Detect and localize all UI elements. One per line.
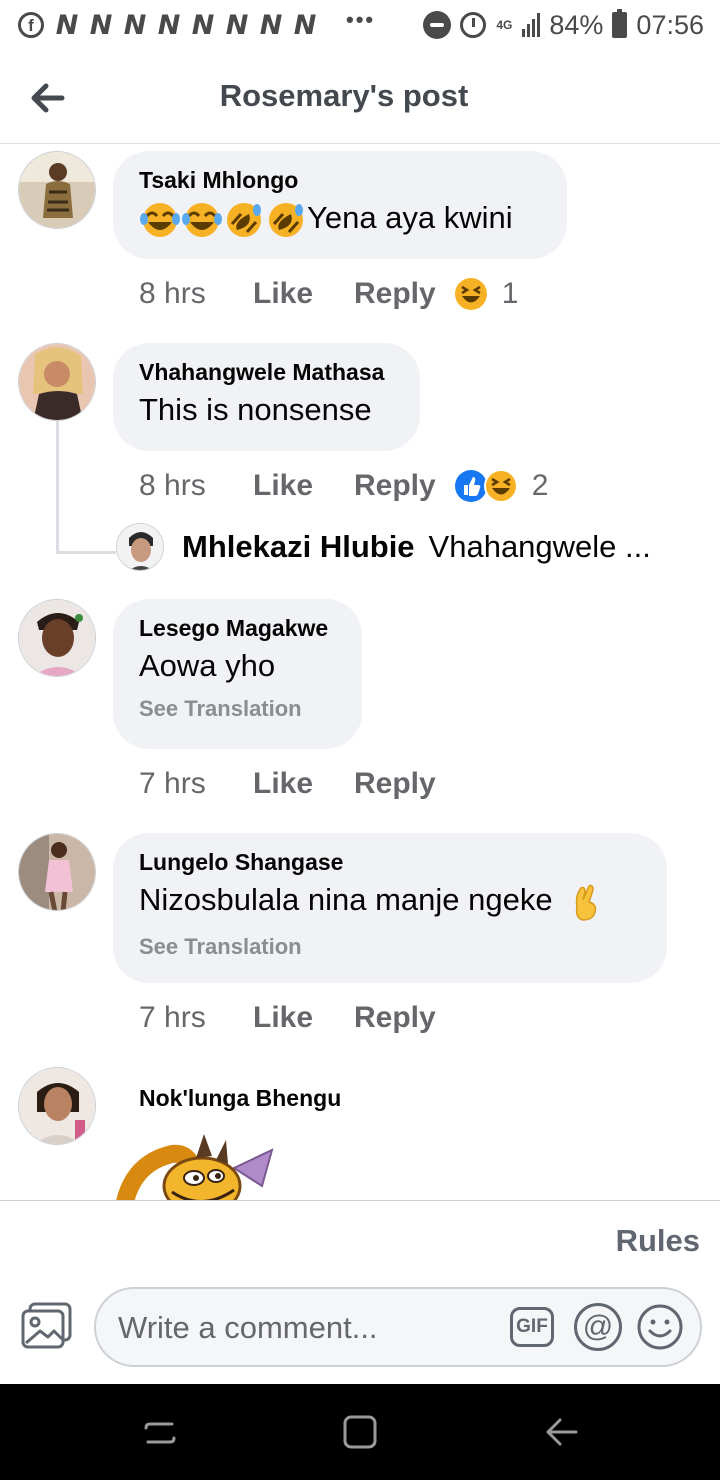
reply-button[interactable]: Reply bbox=[354, 277, 436, 311]
emoji-button[interactable] bbox=[636, 1303, 684, 1351]
mention-button[interactable]: @ bbox=[574, 1303, 622, 1351]
rules-link[interactable]: Rules bbox=[616, 1223, 700, 1259]
reply-avatar[interactable] bbox=[116, 523, 164, 571]
back-nav-icon bbox=[546, 1418, 578, 1446]
avatar[interactable] bbox=[18, 343, 96, 421]
back-nav-button[interactable] bbox=[542, 1412, 582, 1452]
avatar[interactable] bbox=[18, 1067, 96, 1145]
face-with-tears-of-joy-icon bbox=[140, 202, 180, 237]
reply-preview[interactable]: Mhlekazi Hlubie Vhahangwele ... bbox=[116, 523, 651, 571]
notification-n-icon: N bbox=[293, 9, 317, 41]
haha-reaction-icon bbox=[454, 278, 487, 310]
page-title: Rosemary's post bbox=[219, 78, 469, 113]
comment-time[interactable]: 8 hrs bbox=[139, 469, 253, 503]
recent-apps-button[interactable] bbox=[140, 1412, 180, 1452]
avatar[interactable] bbox=[18, 151, 96, 229]
home-icon bbox=[343, 1415, 377, 1449]
notification-n-icon: N bbox=[225, 9, 249, 41]
notification-n-icon: N bbox=[259, 9, 283, 41]
comment-composer[interactable]: GIF @ bbox=[94, 1287, 702, 1367]
like-button[interactable]: Like bbox=[253, 277, 354, 311]
like-reaction-icon bbox=[454, 470, 487, 502]
comment-list: Tsaki Mhlongo Yena aya kwini 8 hrs Like … bbox=[0, 145, 720, 1200]
comment-bubble[interactable]: Lungelo Shangase Nizosbulala nina manje … bbox=[113, 833, 667, 983]
notification-n-icon: N bbox=[123, 9, 147, 41]
comment-author[interactable]: Lungelo Shangase bbox=[139, 849, 641, 876]
network-type: 4G bbox=[496, 17, 513, 32]
reaction-count: 1 bbox=[501, 277, 519, 310]
notification-n-icon: N bbox=[191, 9, 215, 41]
notification-n-icon: N bbox=[157, 9, 181, 41]
like-button[interactable]: Like bbox=[253, 469, 354, 503]
avatar[interactable] bbox=[18, 599, 96, 677]
comment-author[interactable]: Vhahangwele Mathasa bbox=[139, 359, 394, 386]
haha-reaction-icon bbox=[483, 469, 518, 503]
reactions[interactable]: 1 bbox=[454, 277, 519, 311]
photo-icon bbox=[21, 1302, 72, 1349]
battery-icon bbox=[612, 9, 628, 38]
comment-text: This is nonsense bbox=[139, 392, 372, 427]
avatar[interactable] bbox=[18, 833, 96, 911]
reply-button[interactable]: Reply bbox=[354, 1001, 436, 1035]
comment-bubble[interactable]: Tsaki Mhlongo Yena aya kwini bbox=[113, 151, 567, 259]
status-bar: f N N N N N N N N ••• 4G 84% 07:56 bbox=[0, 0, 720, 50]
comment-actions: 8 hrs Like Reply 2 bbox=[139, 469, 548, 503]
comment-text-body: Yena aya kwini bbox=[307, 200, 513, 235]
dragon-sticker[interactable] bbox=[112, 1126, 282, 1200]
gif-button[interactable]: GIF bbox=[510, 1307, 554, 1347]
battery-percent: 84% bbox=[549, 9, 604, 40]
comment-text: Aowa yho bbox=[139, 648, 276, 683]
comment-actions: 7 hrs Like Reply bbox=[139, 1001, 454, 1035]
notification-n-icon: N bbox=[89, 9, 113, 41]
face-with-tears-of-joy-icon bbox=[182, 202, 222, 237]
thread-line bbox=[56, 421, 59, 552]
comment-text: Nizosbulala nina manje ngeke bbox=[139, 882, 641, 922]
alarm-icon bbox=[460, 12, 487, 38]
comment-text: Yena aya kwini bbox=[139, 200, 541, 238]
see-translation-link[interactable]: See Translation bbox=[139, 696, 336, 722]
smiley-icon bbox=[637, 1304, 683, 1350]
do-not-disturb-icon bbox=[423, 11, 452, 39]
comment-text-body: Nizosbulala nina manje ngeke bbox=[139, 882, 553, 918]
comment-bubble[interactable]: Lesego Magakwe Aowa yho See Translation bbox=[113, 599, 362, 749]
thread-branch bbox=[56, 551, 116, 554]
reply-button[interactable]: Reply bbox=[354, 767, 436, 801]
comment-author[interactable]: Tsaki Mhlongo bbox=[139, 167, 541, 194]
post-header: Rosemary's post bbox=[0, 50, 720, 144]
like-button[interactable]: Like bbox=[253, 1001, 354, 1035]
home-button[interactable] bbox=[340, 1412, 380, 1452]
system-nav-bar bbox=[0, 1384, 720, 1480]
comment-author[interactable]: Lesego Magakwe bbox=[139, 615, 336, 642]
more-notifications-icon: ••• bbox=[346, 7, 376, 32]
comment-body: Nok'lunga Bhengu bbox=[139, 1085, 341, 1112]
comment-author[interactable]: Nok'lunga Bhengu bbox=[139, 1085, 341, 1112]
like-button[interactable]: Like bbox=[253, 767, 354, 801]
facebook-icon: f bbox=[18, 12, 44, 38]
comment-time[interactable]: 7 hrs bbox=[139, 767, 253, 801]
comment-actions: 8 hrs Like Reply 1 bbox=[139, 277, 518, 311]
reply-author[interactable]: Mhlekazi Hlubie bbox=[182, 529, 415, 565]
comment-time[interactable]: 8 hrs bbox=[139, 277, 253, 311]
comment-input[interactable] bbox=[118, 1307, 498, 1349]
notification-icons: N N N N N N N N bbox=[52, 10, 320, 41]
rolling-on-floor-laughing-icon bbox=[269, 202, 303, 237]
reactions[interactable]: 2 bbox=[454, 469, 549, 503]
comment-bubble[interactable]: Vhahangwele Mathasa This is nonsense bbox=[113, 343, 420, 451]
recent-apps-icon bbox=[144, 1422, 176, 1444]
comment-composer-area: Rules GIF @ bbox=[0, 1200, 720, 1384]
add-photo-button[interactable] bbox=[20, 1301, 74, 1351]
rolling-on-floor-laughing-icon bbox=[227, 202, 261, 237]
reaction-count: 2 bbox=[531, 469, 549, 502]
reply-text: Vhahangwele ... bbox=[428, 529, 651, 564]
crossed-fingers-icon bbox=[575, 884, 597, 921]
comment-actions: 7 hrs Like Reply bbox=[139, 767, 454, 801]
signal-icon bbox=[522, 13, 541, 37]
clock: 07:56 bbox=[636, 9, 704, 40]
comment-time[interactable]: 7 hrs bbox=[139, 1001, 253, 1035]
reply-button[interactable]: Reply bbox=[354, 469, 436, 503]
see-translation-link[interactable]: See Translation bbox=[139, 934, 641, 960]
notification-n-icon: N bbox=[55, 9, 79, 41]
